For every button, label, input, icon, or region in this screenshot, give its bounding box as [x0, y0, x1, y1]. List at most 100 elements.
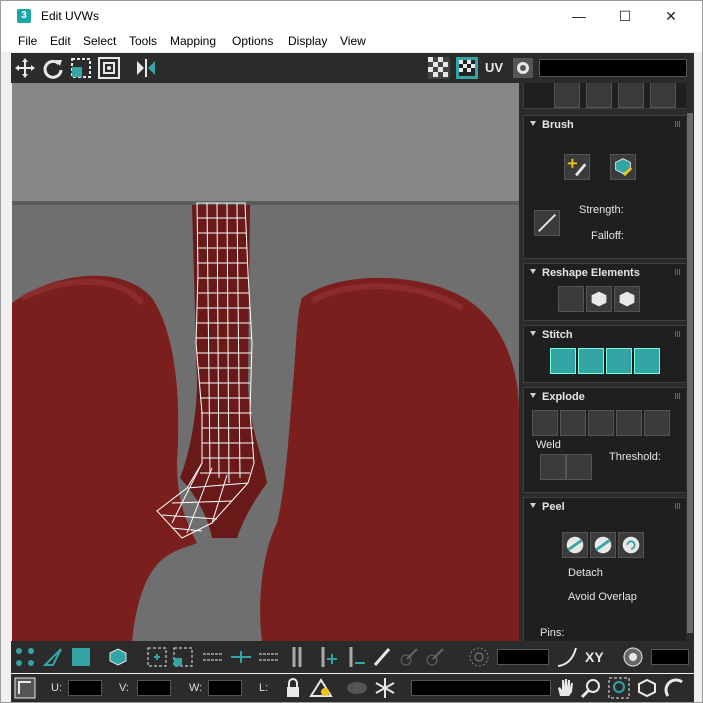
relax-custom-icon[interactable] [614, 286, 640, 312]
paint-move-icon[interactable] [564, 154, 590, 180]
edge-mode-icon[interactable] [41, 645, 65, 669]
menu-display[interactable]: Display [288, 34, 327, 48]
falloff-distance-value[interactable] [651, 649, 689, 665]
panel-scrollbar[interactable] [686, 83, 694, 641]
relax-icon[interactable] [618, 83, 644, 108]
menu-select[interactable]: Select [83, 34, 116, 48]
brush-falloff-curve-icon[interactable] [534, 210, 560, 236]
weld-all-icon[interactable] [566, 454, 592, 480]
element-mode-icon[interactable] [106, 645, 130, 669]
pan-hand-icon[interactable] [553, 676, 577, 700]
drag-grip-icon[interactable] [675, 269, 681, 275]
menu-options[interactable]: Options [232, 34, 273, 48]
drag-grip-icon[interactable] [675, 121, 681, 127]
relax-until-flat-icon[interactable] [586, 286, 612, 312]
scale-icon[interactable] [69, 56, 93, 80]
soft-selection-icon[interactable] [467, 645, 491, 669]
loop-grow-icon[interactable] [229, 645, 253, 669]
paint-select-shrink-icon[interactable] [423, 645, 447, 669]
coordinates-toolbar: U: V: W: L: [11, 674, 694, 702]
straighten-selection-icon[interactable] [558, 286, 584, 312]
face-mode-icon[interactable] [69, 645, 93, 669]
maximize-button[interactable]: ☐ [602, 1, 648, 31]
ring-grow-icon[interactable] [315, 645, 339, 669]
uv-viewport[interactable] [12, 83, 519, 641]
rotate-icon[interactable] [41, 56, 65, 80]
snowflake-icon[interactable] [373, 676, 397, 700]
collapse-arrow-icon[interactable] [530, 331, 536, 336]
collapse-arrow-icon[interactable] [530, 269, 536, 274]
menu-edit[interactable]: Edit [50, 34, 71, 48]
menu-file[interactable]: File [18, 34, 37, 48]
close-button[interactable]: ✕ [648, 1, 694, 31]
zoom-region-icon[interactable] [607, 676, 631, 700]
ring-select-icon[interactable] [285, 645, 309, 669]
xy-axis-label[interactable]: XY [585, 649, 604, 665]
minimize-button[interactable]: — [556, 1, 602, 31]
show-hide-icon[interactable] [309, 676, 333, 700]
stitch-to-average-icon[interactable] [606, 348, 632, 374]
w-coord-label: W: [189, 682, 203, 694]
stitch-to-source-icon[interactable] [578, 348, 604, 374]
absolute-offset-icon[interactable] [13, 676, 37, 700]
detach-label[interactable]: Detach [568, 567, 603, 579]
texture-dropdown[interactable] [539, 59, 687, 77]
selection-toolbar: XY [11, 641, 694, 673]
mirror-icon[interactable] [134, 56, 158, 80]
flatten-by-material-icon[interactable] [644, 410, 670, 436]
lock-icon[interactable] [281, 676, 305, 700]
w-coord-field[interactable] [208, 680, 242, 696]
falloff-space-icon[interactable] [621, 645, 645, 669]
stitch-custom-icon[interactable] [550, 348, 576, 374]
top-toolbar: UV [11, 53, 694, 83]
reset-peel-icon[interactable] [618, 532, 644, 558]
shrink-selection-icon[interactable] [171, 645, 195, 669]
checker-pattern-icon[interactable] [427, 56, 451, 80]
weld-selected-icon[interactable] [540, 454, 566, 480]
grow-selection-icon[interactable] [145, 645, 169, 669]
freeform-icon[interactable] [97, 56, 121, 80]
avoid-overlap-label[interactable]: Avoid Overlap [568, 591, 637, 603]
peel-mode-icon[interactable] [590, 532, 616, 558]
flatten-by-polygon-icon[interactable] [588, 410, 614, 436]
menu-tools[interactable]: Tools [129, 34, 157, 48]
quick-peel-icon[interactable] [562, 532, 588, 558]
vertex-mode-icon[interactable] [13, 645, 37, 669]
menu-view[interactable]: View [340, 34, 366, 48]
stitch-to-target-icon[interactable] [634, 348, 660, 374]
break-icon[interactable] [532, 410, 558, 436]
collapse-arrow-icon[interactable] [530, 393, 536, 398]
ring-shrink-icon[interactable] [343, 645, 367, 669]
u-coord-field[interactable] [68, 680, 102, 696]
paint-select-icon[interactable] [371, 645, 395, 669]
arrange-icon[interactable] [586, 83, 612, 108]
menu-mapping[interactable]: Mapping [170, 34, 216, 48]
drag-grip-icon[interactable] [675, 503, 681, 509]
flatten-by-smoothing-icon[interactable] [616, 410, 642, 436]
title-bar: 3 Edit UVWs — ☐ ✕ [1, 1, 702, 31]
align-icon[interactable] [650, 83, 676, 108]
falloff-curve-icon[interactable] [555, 645, 579, 669]
selection-set-field[interactable] [411, 680, 551, 696]
v-coord-field[interactable] [137, 680, 171, 696]
zoom-extents-icon[interactable] [635, 676, 659, 700]
snap-magnet-icon[interactable] [663, 676, 687, 700]
drag-grip-icon[interactable] [675, 331, 681, 337]
pack-icon[interactable] [554, 83, 580, 108]
freeze-dim-icon[interactable] [345, 676, 369, 700]
collapse-arrow-icon[interactable] [530, 121, 536, 126]
drag-grip-icon[interactable] [675, 393, 681, 399]
uv-wireframe-shell[interactable] [12, 83, 519, 641]
collapse-arrow-icon[interactable] [530, 503, 536, 508]
move-icon[interactable] [13, 56, 37, 80]
detach-edge-verts-icon[interactable] [560, 410, 586, 436]
loop-select-icon[interactable] [201, 645, 225, 669]
settings-map-icon[interactable] [511, 56, 535, 80]
paint-relax-icon[interactable] [610, 154, 636, 180]
paint-select-grow-icon[interactable] [397, 645, 421, 669]
scrollbar-thumb[interactable] [687, 113, 693, 633]
zoom-icon[interactable] [579, 676, 603, 700]
checker-map-icon[interactable] [455, 56, 479, 80]
soft-selection-value[interactable] [497, 649, 549, 665]
loop-shrink-icon[interactable] [257, 645, 281, 669]
